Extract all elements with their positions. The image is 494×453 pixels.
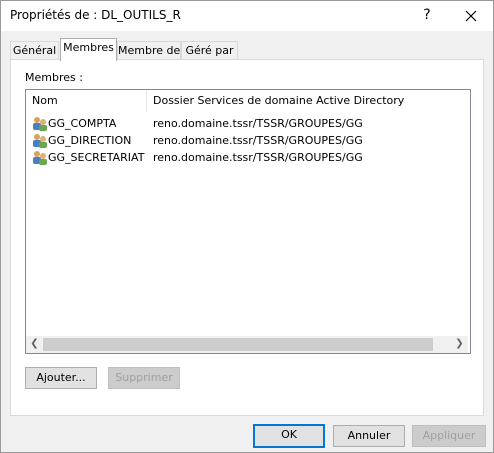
remove-button[interactable]: Supprimer	[108, 367, 180, 389]
tab-member-of[interactable]: Membre de	[117, 41, 181, 60]
group-icon	[32, 150, 48, 165]
properties-dialog: Propriétés de : DL_OUTILS_R ? Général Me…	[0, 0, 494, 453]
title-bar: Propriétés de : DL_OUTILS_R ?	[1, 1, 493, 31]
column-header-name[interactable]: Nom	[32, 90, 147, 112]
list-item[interactable]: GG_COMPTA reno.domaine.tssr/TSSR/GROUPES…	[26, 115, 468, 132]
cancel-button[interactable]: Annuler	[333, 425, 405, 447]
member-name: GG_COMPTA	[48, 117, 117, 130]
member-name: GG_SECRETARIAT	[48, 151, 145, 164]
member-name: GG_DIRECTION	[48, 134, 132, 147]
member-folder: reno.domaine.tssr/TSSR/GROUPES/GG	[153, 117, 363, 130]
column-divider[interactable]	[146, 90, 147, 112]
tab-managed-by[interactable]: Géré par	[181, 41, 238, 60]
list-item[interactable]: GG_DIRECTION reno.domaine.tssr/TSSR/GROU…	[26, 132, 468, 149]
add-button[interactable]: Ajouter...	[25, 367, 97, 389]
dialog-title: Propriétés de : DL_OUTILS_R	[10, 8, 181, 22]
scroll-right-icon[interactable]: ❯	[451, 336, 468, 353]
close-icon	[465, 10, 477, 22]
help-button[interactable]: ?	[409, 3, 445, 29]
member-folder: reno.domaine.tssr/TSSR/GROUPES/GG	[153, 151, 363, 164]
group-icon	[32, 133, 48, 148]
column-header-folder[interactable]: Dossier Services de domaine Active Direc…	[153, 90, 453, 112]
members-panel: Membres : Nom Dossier Services de domain…	[10, 59, 484, 416]
member-folder: reno.domaine.tssr/TSSR/GROUPES/GG	[153, 134, 363, 147]
members-label: Membres :	[25, 71, 83, 84]
close-button[interactable]	[453, 3, 489, 29]
members-list[interactable]: Nom Dossier Services de domaine Active D…	[25, 89, 471, 354]
scroll-left-icon[interactable]: ❮	[26, 336, 43, 353]
tab-members[interactable]: Membres	[60, 38, 117, 61]
horizontal-scrollbar[interactable]: ❮ ❯	[26, 336, 468, 353]
apply-button[interactable]: Appliquer	[412, 425, 486, 447]
ok-button[interactable]: OK	[253, 424, 325, 448]
group-icon	[32, 116, 48, 131]
scroll-thumb[interactable]	[43, 338, 433, 351]
tab-general[interactable]: Général	[10, 41, 59, 60]
list-item[interactable]: GG_SECRETARIAT reno.domaine.tssr/TSSR/GR…	[26, 149, 468, 166]
